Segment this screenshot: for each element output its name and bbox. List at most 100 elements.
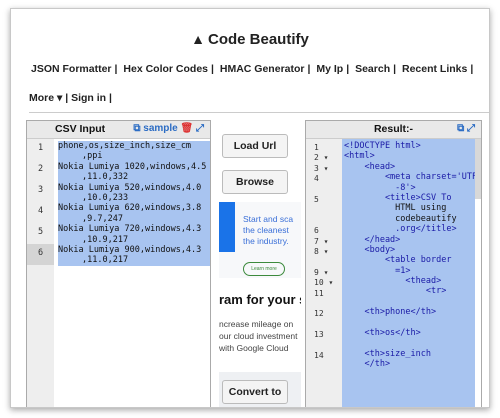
line-number: 4 [314,174,319,184]
html-output-editor[interactable]: <!DOCTYPE html> <html> <head> <meta chars… [344,141,478,370]
line-gutter: 1 2 3 4 5 6 [27,139,54,407]
line-number: 3 [38,185,44,195]
code-line: ,10.9,217 [58,234,210,246]
load-url-button[interactable]: Load Url [222,134,288,158]
sample-link[interactable]: sample [143,123,177,134]
code-line: ,ppi [58,151,210,162]
code-line: HTML using [344,203,447,214]
line-number: 1 [38,143,44,153]
code-line: <head> [344,161,396,172]
code-line: <th>os</th> [344,328,421,339]
expand-icon[interactable]: ⤢ [467,123,475,134]
nav-recent-links[interactable]: Recent Links [402,63,467,75]
line-number: 5 [314,195,319,204]
code-line: <!DOCTYPE html> [344,141,421,151]
line-gutter: 12 ▾ 3 ▾ 4 5 6 7 ▾ 8 ▾ 9 ▾ 10 ▾ 11 12 13 14 [306,139,342,407]
middle-controls: Load Url Browse Start and sca the cleane… [211,120,301,407]
brand-logo[interactable]: ▲ Code Beautify [11,31,489,48]
panel-actions: ⧉ sample 🗑 ⤢ [133,123,204,134]
convert-button[interactable]: Convert to [222,380,288,404]
nav-sep: | [393,63,397,75]
code-line: <meta charset='UTF [344,172,478,183]
code-line: <th>size_inch [344,348,431,359]
code-line: Nokia Lumiya 1020,windows,4.5 [58,161,210,173]
expand-icon[interactable]: ⤢ [196,123,204,134]
more-menu[interactable]: More [29,92,54,104]
code-line: ,11.0,332 [58,172,210,183]
code-line: </head> [344,234,401,245]
nav-my-ip[interactable]: My Ip [316,63,343,75]
chevron-down-icon[interactable]: ▾ [57,92,62,104]
code-line: Nokia Lumiya 900,windows,4.3 [58,245,210,256]
line-number: 5 [38,227,44,237]
ad-line: our cloud investment [219,331,298,341]
panel-title: CSV Input [55,123,106,135]
nav-sep: | [65,92,69,104]
ad-accent-bar [219,202,235,252]
code-line: ,9.7,247 [58,213,210,225]
code-line: <th>phone</th> [344,307,437,318]
line-number: 7 ▾ [314,236,329,246]
ad-headline: ram for your sta [219,292,301,307]
browse-button[interactable]: Browse [222,170,288,194]
code-line: =1> [344,265,411,276]
code-line: .org</title> [344,224,457,235]
panel-header: Result:- ⧉ ⤢ [306,121,481,139]
code-line: Nokia Lumiya 720,windows,4.3 [58,224,210,235]
line-number: 9 ▾ [314,267,329,277]
code-line: ,11.0,217 [58,255,210,266]
scrollbar[interactable] [475,139,481,199]
code-line: <body> [344,244,396,255]
nav-hex-color-codes[interactable]: Hex Color Codes [123,63,208,75]
nav-sep: | [211,63,214,75]
code-line: <title>CSV To [344,192,452,203]
line-number: 6 [314,226,319,236]
ad-line: with Google Cloud [219,343,289,353]
ad-line: Start and sca [243,214,294,224]
nav-sep: | [109,92,112,104]
result-panel: Result:- ⧉ ⤢ 12 ▾ 3 ▾ 4 5 6 7 ▾ 8 ▾ 9 ▾ 10 ▾ 11 12… [305,120,482,407]
line-number: 10 ▾ [314,278,334,288]
trash-icon[interactable]: 🗑 [181,123,194,134]
code-line: </th> [344,359,391,370]
code-line: <html> [344,151,375,162]
panel-header: CSV Input ⧉ sample 🗑 ⤢ [27,121,210,139]
ad-banner[interactable]: Start and sca the cleanest the industry.… [219,202,301,278]
secondary-nav: More ▾ | Sign in | [29,92,112,104]
ad-learn-more-button[interactable]: Learn more [243,262,285,276]
copy-icon[interactable]: ⧉ [457,123,464,134]
copy-icon[interactable]: ⧉ [133,123,140,134]
panel-actions: ⧉ ⤢ [457,123,475,134]
nav-sep: | [346,63,350,75]
ad-body: ncrease mileage on our cloud investment … [219,318,301,354]
line-number: 3 ▾ [314,163,329,173]
code-line: codebeautify [344,213,457,224]
line-number: 1 [314,143,319,152]
code-line: <table border [344,255,452,266]
nav-hmac-generator[interactable]: HMAC Generator [220,63,305,75]
nav-search[interactable]: Search [355,63,390,75]
line-number: 11 [314,288,324,298]
nav-sep: | [470,63,474,75]
sign-in-link[interactable]: Sign in [71,92,106,104]
csv-editor[interactable]: phone,os,size_inch,size_cm ,ppi Nokia Lu… [58,141,210,266]
ad-line: ncrease mileage on [219,319,294,329]
csv-input-panel: CSV Input ⧉ sample 🗑 ⤢ 1 2 3 4 5 6 phone… [26,120,211,407]
nav-sep: | [114,63,118,75]
line-number: 2 ▾ [314,153,329,163]
line-number: 4 [38,206,44,216]
line-number: 6 [38,248,44,258]
top-nav: JSON Formatter | Hex Color Codes | HMAC Ge… [31,63,476,75]
brand-name: Code Beautify [208,31,309,48]
code-line: Nokia Lumiya 520,windows,4.0 [58,182,210,194]
line-number: 8 ▾ [314,247,329,256]
panel-title: Result:- [373,123,414,135]
code-line: -8'> [344,182,416,193]
line-number: 14 [314,351,324,360]
line-number: 2 [38,164,44,174]
nav-json-formatter[interactable]: JSON Formatter [31,63,112,75]
ad-line: the cleanest [243,225,289,235]
